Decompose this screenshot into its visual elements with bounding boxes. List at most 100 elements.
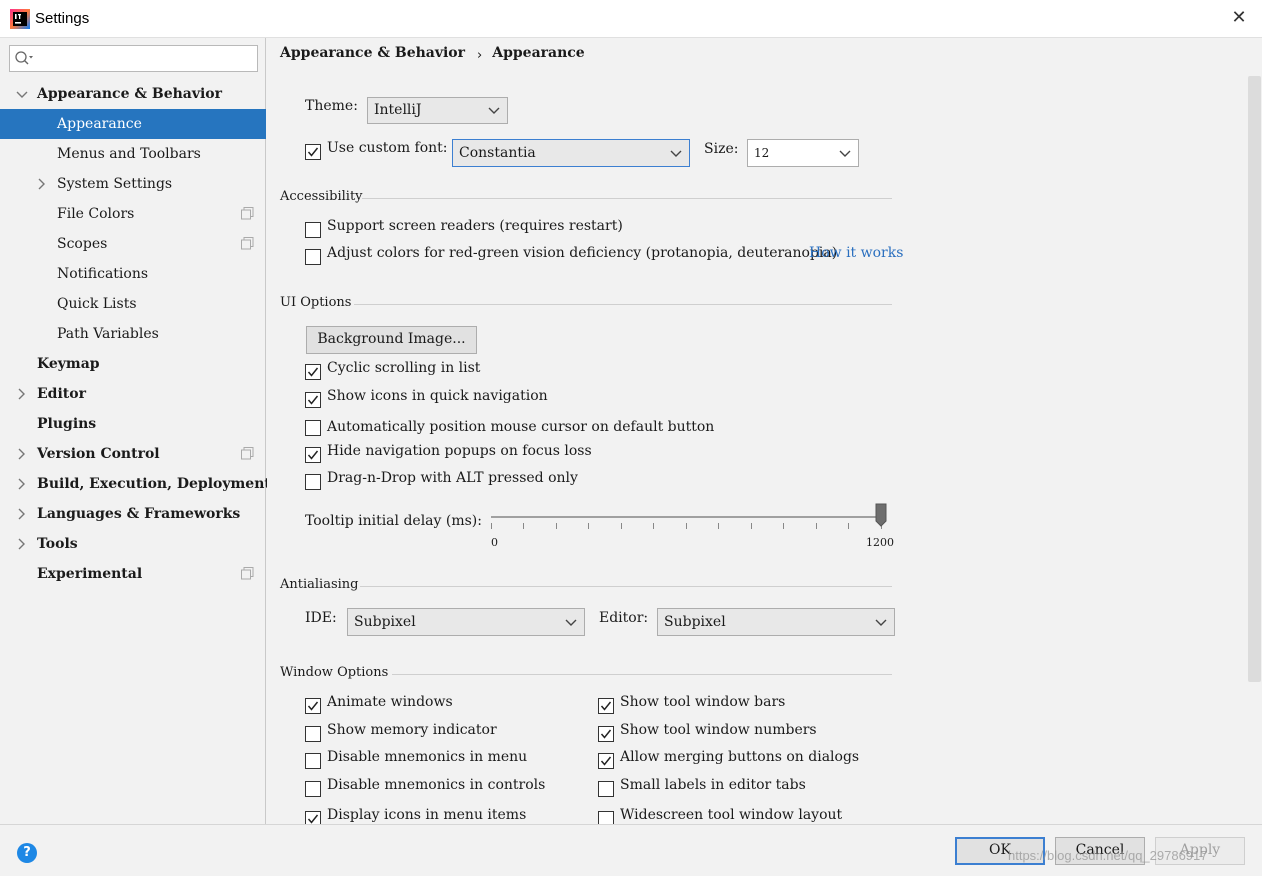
antialiasing-group-title: Antialiasing <box>280 577 359 592</box>
drag-n-drop-alt-checkbox[interactable] <box>305 474 321 490</box>
font-dropdown-value: Constantia <box>459 145 536 161</box>
help-icon[interactable]: ? <box>17 843 37 863</box>
group-divider <box>360 586 892 587</box>
project-level-icon <box>241 567 254 580</box>
slider-tick <box>718 523 719 529</box>
tooltip-delay-slider-thumb[interactable] <box>875 503 887 527</box>
sidebar-item-plugins[interactable]: Plugins <box>0 409 266 439</box>
ide-antialiasing-value: Subpixel <box>354 614 416 630</box>
window-options-group-title: Window Options <box>280 665 389 680</box>
window-title: Settings <box>35 10 90 27</box>
red-green-label: Adjust colors for red-green vision defic… <box>327 245 838 261</box>
ide-antialiasing-dropdown[interactable]: Subpixel <box>347 608 585 636</box>
editor-antialiasing-label: Editor: <box>599 610 649 626</box>
sidebar-item-notifications[interactable]: Notifications <box>0 259 266 289</box>
checkmark-icon <box>307 367 319 377</box>
sidebar-item-scopes[interactable]: Scopes <box>0 229 266 259</box>
slider-tick <box>556 523 557 529</box>
disable-mnemonics-controls-checkbox[interactable] <box>305 781 321 797</box>
theme-label: Theme: <box>305 98 358 114</box>
show-icons-quick-nav-checkbox[interactable] <box>305 392 321 408</box>
red-green-checkbox[interactable] <box>305 249 321 265</box>
allow-merging-buttons-checkbox[interactable] <box>598 753 614 769</box>
checkmark-icon <box>600 701 612 711</box>
sidebar-item-label: Editor <box>37 386 86 402</box>
cyclic-scrolling-checkbox[interactable] <box>305 364 321 380</box>
small-labels-editor-tabs-checkbox[interactable] <box>598 781 614 797</box>
sidebar-item-label: Appearance & Behavior <box>37 86 223 102</box>
project-level-icon <box>241 237 254 250</box>
sidebar-item-experimental[interactable]: Experimental <box>0 559 266 589</box>
font-size-dropdown[interactable]: 12 <box>747 139 859 167</box>
tooltip-delay-slider-track[interactable] <box>491 516 881 518</box>
editor-antialiasing-dropdown[interactable]: Subpixel <box>657 608 895 636</box>
checkmark-icon <box>307 395 319 405</box>
disable-mnemonics-menu-label: Disable mnemonics in menu <box>327 749 528 765</box>
font-dropdown[interactable]: Constantia <box>452 139 690 167</box>
auto-position-cursor-checkbox[interactable] <box>305 420 321 436</box>
close-icon[interactable]: ✕ <box>1228 7 1250 29</box>
tooltip-delay-label: Tooltip initial delay (ms): <box>305 513 482 529</box>
animate-windows-checkbox[interactable] <box>305 698 321 714</box>
breadcrumb-parent[interactable]: Appearance & Behavior <box>280 45 465 61</box>
sidebar-item-appearance-behavior[interactable]: Appearance & Behavior <box>0 79 266 109</box>
group-divider <box>392 674 892 675</box>
theme-dropdown-value: IntelliJ <box>374 102 422 118</box>
sidebar-item-quick-lists[interactable]: Quick Lists <box>0 289 266 319</box>
sidebar-item-label: Appearance <box>57 116 142 132</box>
search-icon <box>15 51 33 65</box>
screen-readers-checkbox[interactable] <box>305 222 321 238</box>
tooltip-max-label: 1200 <box>866 536 894 549</box>
chevron-down-icon <box>839 150 851 157</box>
sidebar-item-build-execution-deployment[interactable]: Build, Execution, Deployment <box>0 469 271 499</box>
sidebar-item-label: System Settings <box>57 176 173 192</box>
slider-tick <box>523 523 524 529</box>
sidebar-item-file-colors[interactable]: File Colors <box>0 199 266 229</box>
theme-dropdown[interactable]: IntelliJ <box>367 97 508 124</box>
checkmark-icon <box>307 450 319 460</box>
vertical-scrollbar[interactable] <box>1248 76 1261 682</box>
font-size-value: 12 <box>754 146 770 160</box>
slider-tick <box>621 523 622 529</box>
sidebar-item-system-settings[interactable]: System Settings <box>0 169 266 199</box>
sidebar-item-tools[interactable]: Tools <box>0 529 266 559</box>
ide-antialiasing-label: IDE: <box>305 610 337 626</box>
show-memory-indicator-checkbox[interactable] <box>305 726 321 742</box>
title-bar: Settings ✕ <box>0 0 1262 38</box>
settings-sidebar: Appearance & Behavior Appearance Menus a… <box>0 38 271 824</box>
sidebar-item-menus-toolbars[interactable]: Menus and Toolbars <box>0 139 266 169</box>
sidebar-item-appearance[interactable]: Appearance <box>0 109 266 139</box>
sidebar-item-label: Build, Execution, Deployment <box>37 476 271 492</box>
sidebar-item-editor[interactable]: Editor <box>0 379 266 409</box>
hide-nav-popups-checkbox[interactable] <box>305 447 321 463</box>
search-input[interactable] <box>38 48 253 69</box>
search-box[interactable] <box>9 45 258 72</box>
sidebar-item-path-variables[interactable]: Path Variables <box>0 319 266 349</box>
chevron-down-icon <box>670 150 682 157</box>
chevron-down-icon <box>565 619 577 626</box>
checkmark-icon <box>307 147 319 157</box>
show-icons-quick-nav-label: Show icons in quick navigation <box>327 388 548 404</box>
background-image-button[interactable]: Background Image... <box>306 326 477 354</box>
sidebar-item-label: Version Control <box>37 446 160 462</box>
show-memory-indicator-label: Show memory indicator <box>327 722 497 738</box>
small-labels-editor-tabs-label: Small labels in editor tabs <box>620 777 806 793</box>
checkmark-icon <box>600 756 612 766</box>
sidebar-item-label: Menus and Toolbars <box>57 146 201 162</box>
chevron-down-icon <box>16 91 28 98</box>
sidebar-item-languages-frameworks[interactable]: Languages & Frameworks <box>0 499 266 529</box>
slider-tick <box>588 523 589 529</box>
allow-merging-buttons-label: Allow merging buttons on dialogs <box>620 749 860 765</box>
use-custom-font-label: Use custom font: <box>327 140 448 156</box>
sidebar-item-version-control[interactable]: Version Control <box>0 439 266 469</box>
use-custom-font-checkbox[interactable] <box>305 144 321 160</box>
sidebar-item-label: Path Variables <box>57 326 159 342</box>
sidebar-item-keymap[interactable]: Keymap <box>0 349 266 379</box>
show-tool-window-numbers-checkbox[interactable] <box>598 726 614 742</box>
disable-mnemonics-menu-checkbox[interactable] <box>305 753 321 769</box>
sidebar-item-label: Plugins <box>37 416 97 432</box>
show-tool-window-bars-checkbox[interactable] <box>598 698 614 714</box>
how-it-works-link[interactable]: How it works <box>809 245 903 261</box>
slider-tick <box>783 523 784 529</box>
hide-nav-popups-label: Hide navigation popups on focus loss <box>327 443 592 459</box>
